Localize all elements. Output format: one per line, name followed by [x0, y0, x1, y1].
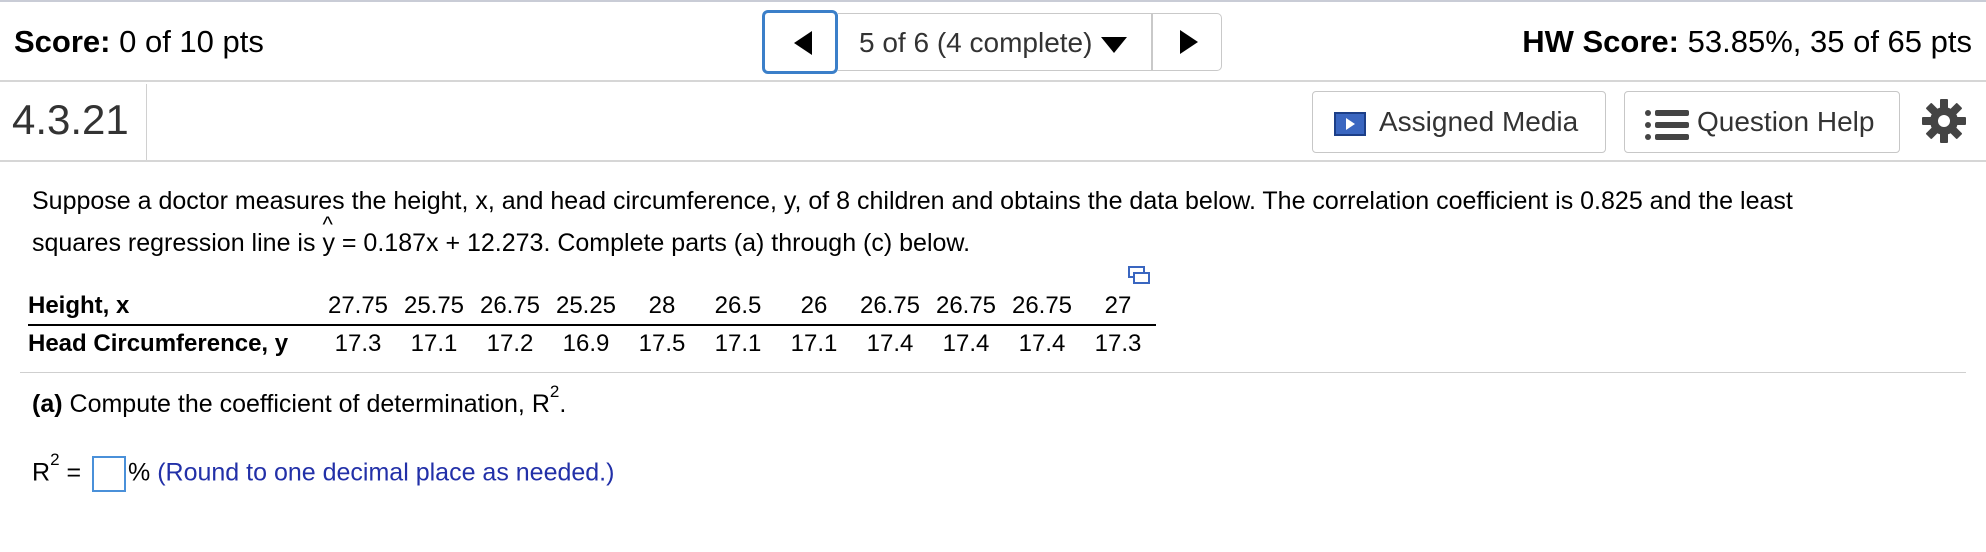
x-value: 26.5	[700, 288, 776, 326]
problem-statement: Suppose a doctor measures the height, x,…	[32, 180, 1952, 264]
y-value: 17.4	[942, 330, 990, 357]
x-value: 26	[776, 288, 852, 326]
y-value: 17.4	[1018, 330, 1066, 357]
problem-line-1: Suppose a doctor measures the height, x,…	[32, 187, 1793, 215]
part-a-label: (a)	[32, 390, 63, 418]
section-divider	[20, 372, 1966, 373]
part-a-prompt: (a) Compute the coefficient of determina…	[32, 381, 567, 418]
next-question-button[interactable]	[1152, 13, 1222, 71]
x-value: 27.75	[320, 288, 396, 326]
y-value: 17.3	[1094, 330, 1142, 357]
x-value: 26.75	[852, 288, 928, 326]
hw-score: HW Score: 53.85%, 35 of 65 pts	[1522, 24, 1972, 59]
r-squared-input[interactable]	[92, 456, 127, 492]
y-value: 17.4	[866, 330, 914, 357]
y-value: 16.9	[562, 330, 610, 357]
hw-score-value: 53.85%, 35 of 65 pts	[1687, 24, 1972, 59]
previous-question-button[interactable]	[762, 10, 838, 74]
y-value: 17.2	[486, 330, 534, 357]
question-help-label: Question Help	[1697, 106, 1875, 137]
media-play-icon	[1334, 112, 1366, 136]
score-value: 0 of 10 pts	[119, 24, 264, 59]
problem-line-2: squares regression line is y = 0.187x + …	[32, 204, 1952, 264]
y-value: 17.5	[638, 330, 686, 357]
x-value: 26.75	[472, 288, 548, 326]
table-row-height: Height, x 27.75 25.75 26.75 25.25 28 26.…	[28, 288, 1156, 326]
row-label-height: Height, x	[28, 288, 320, 326]
data-table: Height, x 27.75 25.75 26.75 25.25 28 26.…	[28, 288, 1156, 362]
assigned-media-label: Assigned Media	[1379, 106, 1579, 137]
left-arrow-icon	[794, 31, 812, 55]
right-arrow-icon	[1180, 30, 1198, 54]
question-progress-dropdown[interactable]: 5 of 6 (4 complete)	[838, 13, 1152, 71]
answer-row: R2 = % (Round to one decimal place as ne…	[32, 451, 615, 496]
list-icon	[1645, 110, 1689, 140]
rounding-hint: (Round to one decimal place as needed.)	[157, 458, 615, 487]
y-value: 17.1	[410, 330, 458, 357]
x-value: 27	[1080, 288, 1156, 326]
score: Score: 0 of 10 pts	[14, 24, 264, 59]
table-row-circumference: Head Circumference, y 17.3 17.1 17.2 16.…	[28, 325, 1156, 362]
copy-table-icon[interactable]	[1128, 266, 1150, 284]
x-value: 26.75	[928, 288, 1004, 326]
assigned-media-button[interactable]: Assigned Media	[1312, 91, 1606, 153]
question-help-button[interactable]: Question Help	[1624, 91, 1900, 153]
settings-gear-icon[interactable]	[1920, 97, 1968, 145]
y-hat: y	[322, 204, 335, 264]
percent-unit: %	[128, 458, 151, 487]
x-value: 25.25	[548, 288, 624, 326]
x-value: 26.75	[1004, 288, 1080, 326]
divider	[146, 84, 147, 160]
y-value: 17.1	[790, 330, 838, 357]
x-value: 28	[624, 288, 700, 326]
question-number: 4.3.21	[12, 96, 129, 143]
caret-down-icon	[1101, 37, 1127, 53]
progress-label: 5 of 6 (4 complete)	[859, 27, 1093, 58]
y-value: 17.3	[334, 330, 382, 357]
row-label-circumference: Head Circumference, y	[28, 330, 289, 357]
y-value: 17.1	[714, 330, 762, 357]
x-value: 25.75	[396, 288, 472, 326]
